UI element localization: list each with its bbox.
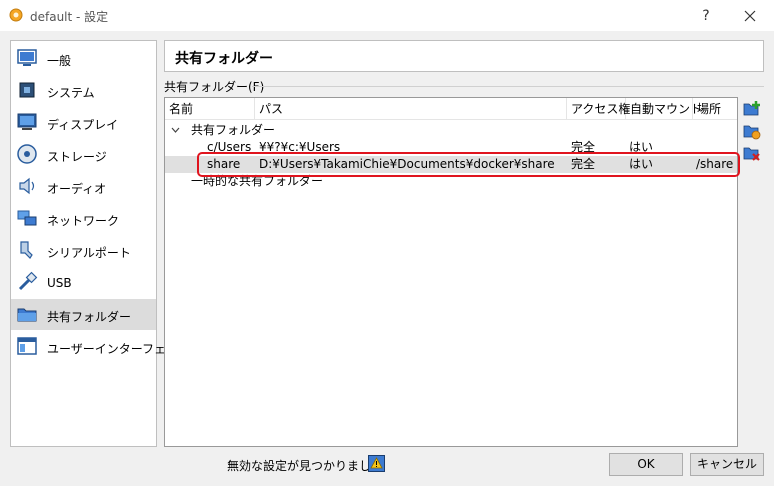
sidebar-item-audio[interactable]: オーディオ: [11, 171, 156, 202]
sidebar-item-label: シリアルポート: [47, 246, 131, 260]
display-monitor-icon: [17, 113, 37, 130]
remove-shared-folder-icon[interactable]: [743, 144, 761, 162]
cancel-button[interactable]: キャンセル: [690, 453, 764, 476]
close-icon[interactable]: [738, 4, 762, 28]
title-bar: default - 設定 ?: [0, 0, 774, 31]
serial-port-icon: [20, 241, 33, 259]
group-label: 共有フォルダー: [191, 123, 276, 137]
sidebar-item-label: システム: [47, 86, 95, 100]
sidebar-item-serial-port[interactable]: シリアルポート: [11, 235, 156, 266]
page-title: 共有フォルダー: [175, 51, 273, 67]
column-header-path[interactable]: パス: [255, 98, 567, 120]
virtualbox-app-icon: [9, 8, 23, 22]
sidebar-item-label: オーディオ: [47, 182, 107, 196]
sidebar-item-storage[interactable]: ストレージ: [11, 139, 156, 170]
sidebar-item-label: ストレージ: [47, 150, 107, 164]
sidebar-item-general[interactable]: 一般: [11, 43, 156, 74]
shared-folder-icon: [17, 308, 37, 322]
group-divider: [252, 86, 764, 87]
audio-speaker-icon: [19, 177, 35, 195]
chevron-down-icon[interactable]: [171, 127, 180, 134]
sidebar-item-display[interactable]: ディスプレイ: [11, 107, 156, 138]
shared-folders-group-label: 共有フォルダー(F): [164, 80, 265, 94]
sidebar-item-system[interactable]: システム: [11, 75, 156, 106]
sidebar-item-label: ネットワーク: [47, 214, 120, 228]
column-header-access[interactable]: アクセス権: [567, 98, 630, 120]
ok-button[interactable]: OK: [609, 453, 683, 476]
storage-disk-icon: [17, 144, 37, 164]
edit-shared-folder-icon[interactable]: [743, 122, 761, 140]
sidebar-item-label: ディスプレイ: [47, 118, 119, 132]
add-shared-folder-icon[interactable]: [743, 100, 761, 118]
page-header: 共有フォルダー: [164, 40, 764, 72]
network-icon: [17, 210, 37, 226]
tree-header: 名前 パス アクセス権 自動マウント 場所: [165, 98, 737, 120]
selection-highlight-annotation: [197, 152, 740, 177]
sidebar-item-user-interface[interactable]: ユーザーインターフェース: [11, 331, 189, 362]
column-header-location[interactable]: 場所: [693, 98, 737, 120]
column-header-automount[interactable]: 自動マウント: [626, 98, 702, 120]
general-icon: [17, 49, 37, 66]
sidebar-item-label: 共有フォルダー: [47, 310, 132, 324]
sidebar-item-shared-folders[interactable]: 共有フォルダー: [11, 299, 156, 330]
sidebar-item-label: USB: [47, 276, 72, 290]
shared-folders-tree[interactable]: 名前 パス アクセス権 自動マウント 場所 共有フォルダー c/Users ¥¥…: [164, 97, 738, 447]
tree-group-row[interactable]: 共有フォルダー: [165, 122, 737, 139]
usb-icon: [18, 271, 38, 291]
column-header-name[interactable]: 名前: [165, 98, 255, 120]
user-interface-icon: [17, 337, 37, 355]
settings-sidebar: 一般 システム ディスプレイ ストレージ オーディオ ネットワーク シリアルポー…: [10, 40, 189, 447]
warning-icon[interactable]: [368, 455, 385, 472]
help-button[interactable]: ?: [696, 6, 716, 26]
system-chip-icon: [19, 82, 35, 98]
sidebar-item-label: 一般: [47, 54, 72, 68]
sidebar-item-usb[interactable]: USB: [11, 267, 156, 298]
sidebar-item-network[interactable]: ネットワーク: [11, 203, 156, 234]
invalid-settings-warning: 無効な設定が見つかりました: [227, 459, 384, 473]
window-title: default - 設定: [30, 10, 109, 24]
